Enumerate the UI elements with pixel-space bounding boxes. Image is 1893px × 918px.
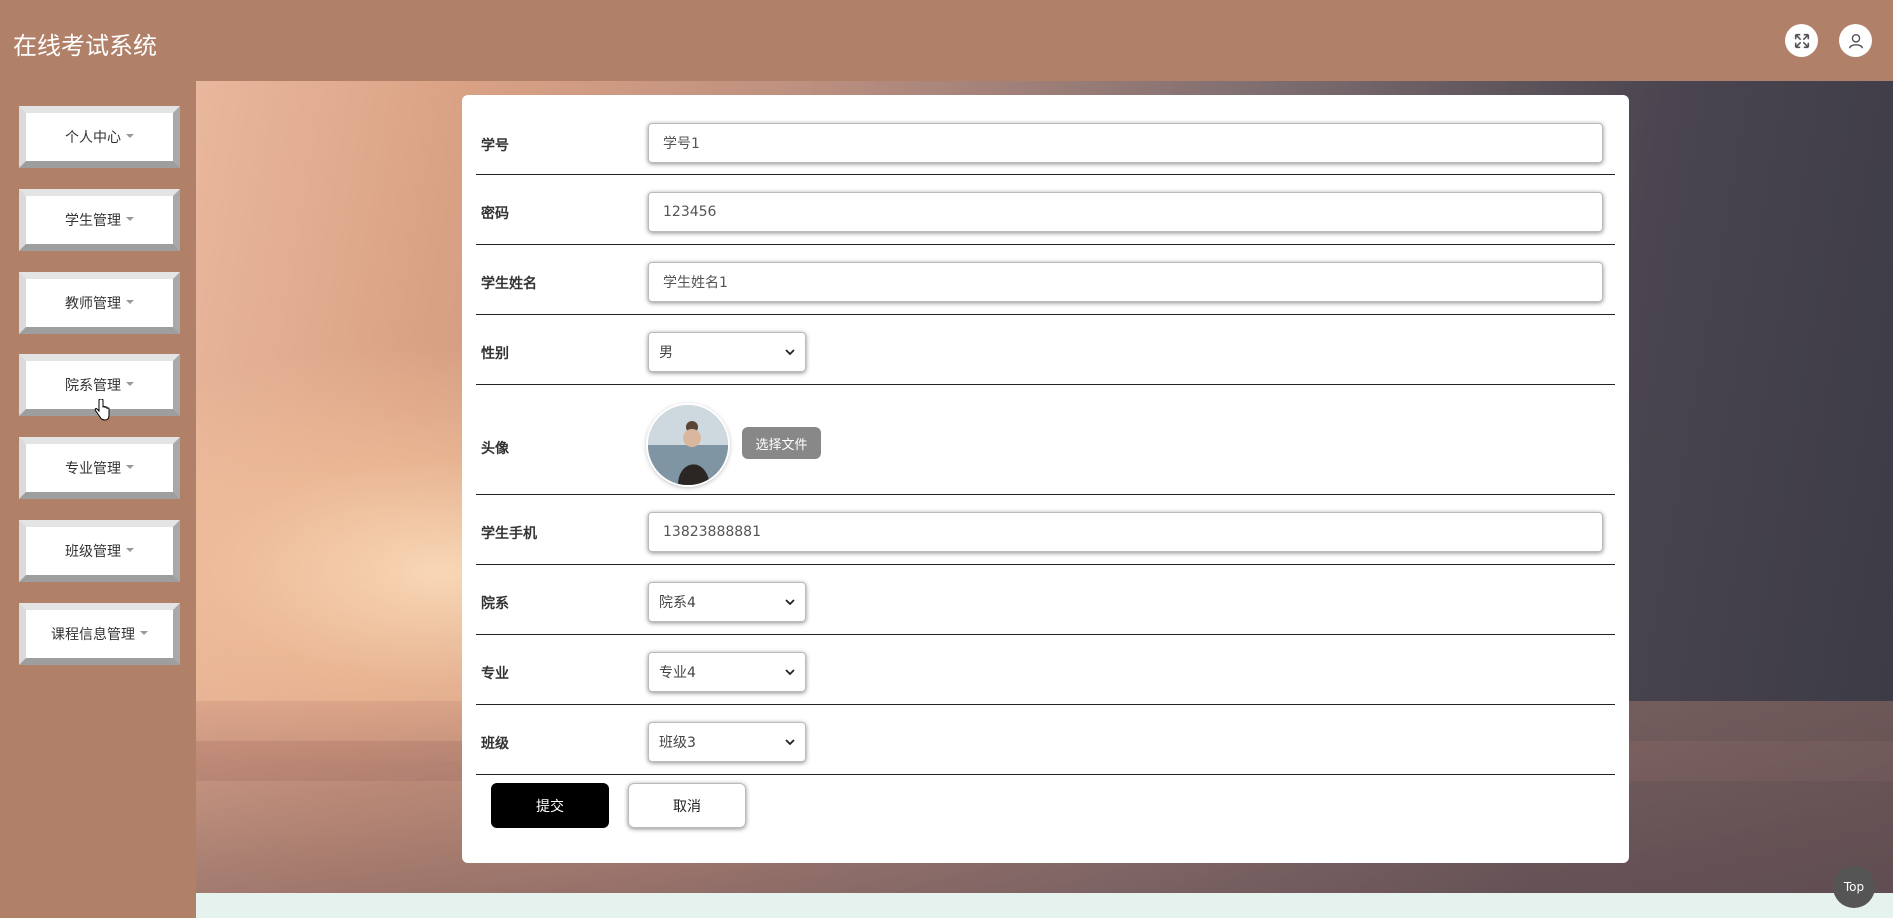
form-row-password: 密码 123456	[476, 175, 1615, 245]
sidebar: 个人中心 学生管理 教师管理 院系管理 专业管理 班级管理 课程信息管理	[0, 81, 196, 918]
sidebar-item-personal-center[interactable]: 个人中心	[19, 106, 180, 168]
class-label: 班级	[481, 736, 509, 752]
sidebar-item-major-management[interactable]: 专业管理	[19, 437, 180, 499]
student-no-label: 学号	[481, 138, 509, 154]
choose-file-button[interactable]: 选择文件	[742, 427, 821, 459]
student-name-input[interactable]: 学生姓名1	[648, 262, 1603, 302]
form-row-avatar: 头像 选择文件	[476, 385, 1615, 495]
cancel-button[interactable]: 取消	[628, 783, 746, 828]
department-select[interactable]: 院系4	[648, 582, 806, 622]
hand-cursor-icon	[94, 399, 110, 421]
sidebar-item-course-management[interactable]: 课程信息管理	[19, 603, 180, 665]
password-input[interactable]: 123456	[648, 192, 1603, 232]
sidebar-item-label: 院系管理	[65, 378, 121, 394]
caret-down-icon	[126, 465, 134, 469]
fullscreen-icon	[1794, 33, 1809, 48]
page-bottom-strip	[196, 893, 1893, 918]
class-select-value: 班级3	[659, 735, 696, 751]
sidebar-item-student-management[interactable]: 学生管理	[19, 189, 180, 251]
avatar-label: 头像	[481, 441, 509, 457]
phone-input[interactable]: 13823888881	[648, 512, 1603, 552]
chevron-down-icon	[785, 669, 795, 676]
sidebar-item-label: 教师管理	[65, 296, 121, 312]
user-menu-button[interactable]	[1839, 24, 1872, 57]
password-label: 密码	[481, 206, 509, 222]
form-row-gender: 性别 男	[476, 315, 1615, 385]
avatar-photo	[648, 405, 728, 485]
user-icon	[1848, 33, 1863, 48]
form-row-student-no: 学号 学号1	[476, 95, 1615, 175]
major-select-value: 专业4	[659, 665, 696, 681]
gender-select[interactable]: 男	[648, 332, 806, 372]
chevron-down-icon	[785, 349, 795, 356]
sidebar-item-label: 专业管理	[65, 461, 121, 477]
form-row-class: 班级 班级3	[476, 705, 1615, 775]
caret-down-icon	[126, 382, 134, 386]
submit-button[interactable]: 提交	[491, 783, 609, 828]
major-label: 专业	[481, 666, 509, 682]
student-name-label: 学生姓名	[481, 276, 537, 292]
chevron-down-icon	[785, 599, 795, 606]
sidebar-item-label: 学生管理	[65, 213, 121, 229]
sidebar-item-label: 课程信息管理	[51, 627, 135, 643]
sidebar-item-label: 个人中心	[65, 130, 121, 146]
form-row-phone: 学生手机 13823888881	[476, 495, 1615, 565]
student-form-card: 学号 学号1 密码 123456 学生姓名 学生姓名1 性别 男 头像 选择文件	[462, 95, 1629, 863]
sidebar-item-label: 班级管理	[65, 544, 121, 560]
major-select[interactable]: 专业4	[648, 652, 806, 692]
student-no-input[interactable]: 学号1	[648, 123, 1603, 163]
gender-label: 性别	[481, 346, 509, 362]
phone-label: 学生手机	[481, 526, 537, 542]
caret-down-icon	[126, 548, 134, 552]
fullscreen-button[interactable]	[1785, 24, 1818, 57]
avatar-image	[648, 405, 728, 485]
form-row-student-name: 学生姓名 学生姓名1	[476, 245, 1615, 315]
top-header: 在线考试系统	[0, 0, 1893, 81]
department-select-value: 院系4	[659, 595, 696, 611]
form-row-department: 院系 院系4	[476, 565, 1615, 635]
sidebar-item-class-management[interactable]: 班级管理	[19, 520, 180, 582]
caret-down-icon	[140, 631, 148, 635]
app-title: 在线考试系统	[13, 32, 157, 60]
class-select[interactable]: 班级3	[648, 722, 806, 762]
caret-down-icon	[126, 300, 134, 304]
gender-select-value: 男	[659, 345, 673, 361]
department-label: 院系	[481, 596, 509, 612]
caret-down-icon	[126, 217, 134, 221]
chevron-down-icon	[785, 739, 795, 746]
sidebar-item-teacher-management[interactable]: 教师管理	[19, 272, 180, 334]
form-row-major: 专业 专业4	[476, 635, 1615, 705]
back-to-top-button[interactable]: Top	[1833, 866, 1875, 908]
caret-down-icon	[126, 134, 134, 138]
